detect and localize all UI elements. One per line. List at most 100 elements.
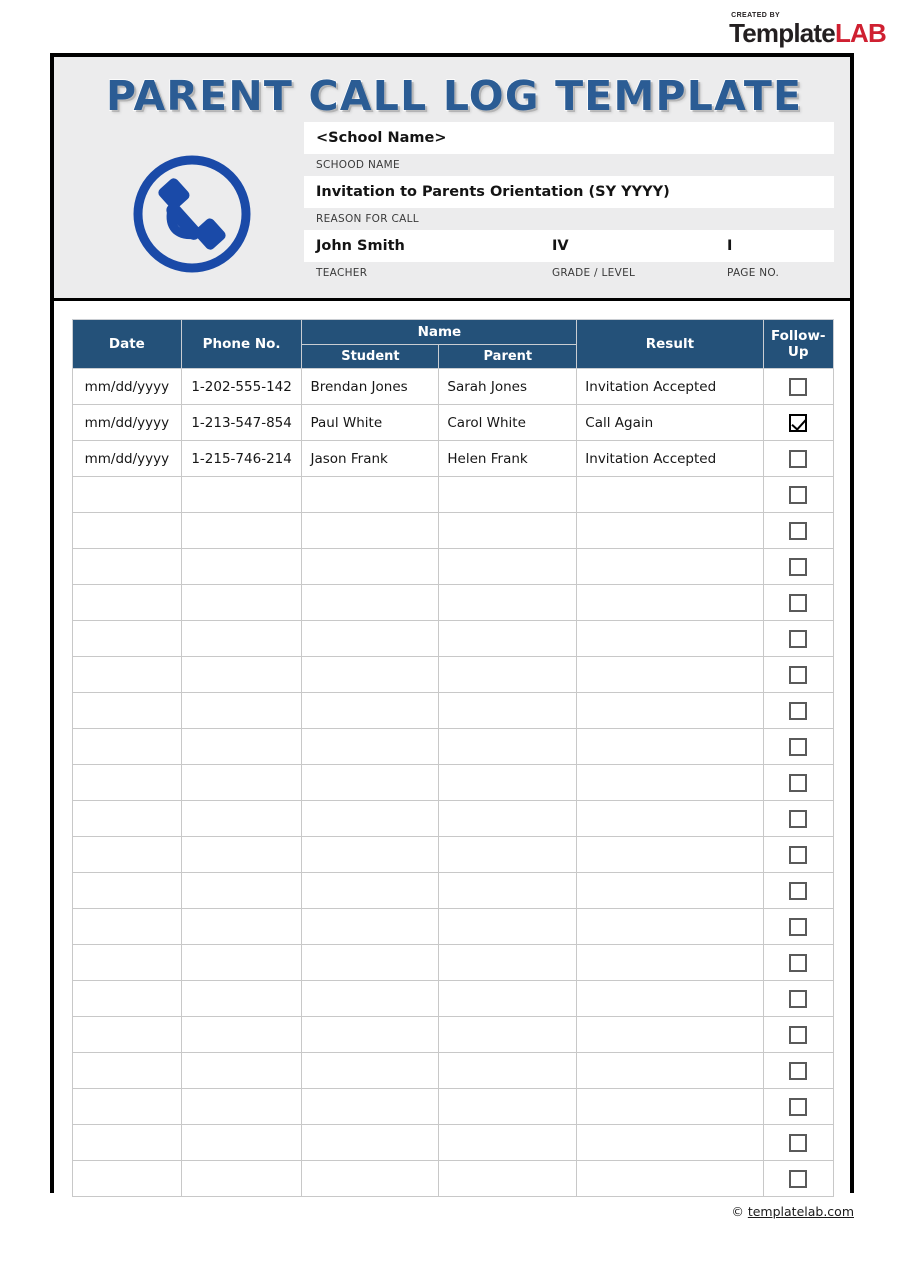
cell-date[interactable] — [72, 1160, 182, 1197]
checkbox-unchecked-icon[interactable] — [789, 737, 808, 756]
cell-phone[interactable] — [180, 980, 303, 1017]
cell-result[interactable] — [576, 620, 764, 657]
cell-phone[interactable] — [180, 1160, 303, 1197]
cell-student[interactable]: Brendan Jones — [301, 368, 440, 405]
cell-phone[interactable] — [180, 476, 303, 513]
cell-phone[interactable] — [180, 548, 303, 585]
cell-date[interactable]: mm/dd/yyyy — [72, 404, 182, 441]
cell-follow-up[interactable] — [762, 1088, 834, 1125]
cell-follow-up[interactable] — [762, 1016, 834, 1053]
cell-follow-up[interactable] — [762, 584, 834, 621]
cell-student[interactable] — [301, 584, 440, 621]
cell-date[interactable] — [72, 728, 182, 765]
checkbox-unchecked-icon[interactable] — [789, 377, 808, 396]
checkbox-unchecked-icon[interactable] — [789, 845, 808, 864]
checkbox-unchecked-icon[interactable] — [789, 917, 808, 936]
cell-result[interactable] — [576, 1052, 764, 1089]
cell-phone[interactable] — [180, 872, 303, 909]
cell-phone[interactable]: 1-213-547-854 — [180, 404, 303, 441]
column-header-name-group[interactable]: Name — [301, 319, 578, 345]
cell-parent[interactable] — [438, 512, 578, 549]
cell-date[interactable] — [72, 1016, 182, 1053]
cell-result[interactable] — [576, 512, 764, 549]
cell-student[interactable] — [301, 692, 440, 729]
cell-phone[interactable] — [180, 1052, 303, 1089]
cell-date[interactable] — [72, 800, 182, 837]
grade-level-field[interactable]: IV — [552, 238, 727, 254]
cell-date[interactable] — [72, 476, 182, 513]
cell-date[interactable] — [72, 1088, 182, 1125]
cell-follow-up[interactable] — [762, 620, 834, 657]
cell-phone[interactable] — [180, 1088, 303, 1125]
column-header-date[interactable]: Date — [72, 319, 182, 369]
cell-parent[interactable] — [438, 872, 578, 909]
cell-follow-up[interactable] — [762, 404, 834, 441]
cell-date[interactable] — [72, 1124, 182, 1161]
cell-parent[interactable] — [438, 584, 578, 621]
cell-follow-up[interactable] — [762, 944, 834, 981]
cell-parent[interactable] — [438, 692, 578, 729]
cell-phone[interactable]: 1-202-555-142 — [180, 368, 303, 405]
cell-student[interactable] — [301, 728, 440, 765]
school-name-field[interactable]: <School Name> — [304, 122, 834, 154]
cell-parent[interactable] — [438, 764, 578, 801]
checkbox-unchecked-icon[interactable] — [789, 485, 808, 504]
cell-follow-up[interactable] — [762, 692, 834, 729]
cell-phone[interactable] — [180, 512, 303, 549]
cell-date[interactable] — [72, 584, 182, 621]
cell-phone[interactable] — [180, 836, 303, 873]
cell-follow-up[interactable] — [762, 1124, 834, 1161]
cell-result[interactable] — [576, 1124, 764, 1161]
cell-result[interactable] — [576, 476, 764, 513]
cell-student[interactable] — [301, 908, 440, 945]
cell-parent[interactable] — [438, 1160, 578, 1197]
cell-follow-up[interactable] — [762, 872, 834, 909]
cell-phone[interactable] — [180, 800, 303, 837]
cell-date[interactable] — [72, 872, 182, 909]
cell-result[interactable] — [576, 728, 764, 765]
cell-parent[interactable]: Sarah Jones — [438, 368, 578, 405]
checkbox-unchecked-icon[interactable] — [789, 593, 808, 612]
cell-phone[interactable] — [180, 1124, 303, 1161]
cell-result[interactable]: Call Again — [576, 404, 764, 441]
cell-student[interactable] — [301, 548, 440, 585]
checkbox-unchecked-icon[interactable] — [789, 989, 808, 1008]
cell-parent[interactable] — [438, 1016, 578, 1053]
cell-date[interactable] — [72, 1052, 182, 1089]
cell-student[interactable]: Paul White — [301, 404, 440, 441]
cell-result[interactable] — [576, 980, 764, 1017]
cell-follow-up[interactable] — [762, 800, 834, 837]
cell-student[interactable] — [301, 476, 440, 513]
checkbox-unchecked-icon[interactable] — [789, 1025, 808, 1044]
checkbox-unchecked-icon[interactable] — [789, 629, 808, 648]
cell-parent[interactable] — [438, 476, 578, 513]
cell-result[interactable] — [576, 692, 764, 729]
cell-follow-up[interactable] — [762, 980, 834, 1017]
checkbox-unchecked-icon[interactable] — [789, 773, 808, 792]
cell-student[interactable] — [301, 620, 440, 657]
cell-follow-up[interactable] — [762, 368, 834, 405]
checkbox-unchecked-icon[interactable] — [789, 557, 808, 576]
cell-follow-up[interactable] — [762, 440, 834, 477]
cell-follow-up[interactable] — [762, 836, 834, 873]
templatelab-link[interactable]: templatelab.com — [748, 1204, 854, 1219]
cell-parent[interactable] — [438, 836, 578, 873]
cell-result[interactable] — [576, 764, 764, 801]
cell-parent[interactable] — [438, 800, 578, 837]
cell-date[interactable] — [72, 620, 182, 657]
cell-student[interactable]: Jason Frank — [301, 440, 440, 477]
cell-student[interactable] — [301, 1016, 440, 1053]
cell-student[interactable] — [301, 1088, 440, 1125]
cell-result[interactable] — [576, 836, 764, 873]
cell-parent[interactable]: Carol White — [438, 404, 578, 441]
cell-phone[interactable] — [180, 944, 303, 981]
column-header-follow-up[interactable]: Follow-Up — [762, 319, 834, 369]
cell-result[interactable] — [576, 656, 764, 693]
cell-parent[interactable] — [438, 620, 578, 657]
cell-date[interactable]: mm/dd/yyyy — [72, 368, 182, 405]
checkbox-unchecked-icon[interactable] — [789, 521, 808, 540]
cell-phone[interactable] — [180, 728, 303, 765]
cell-follow-up[interactable] — [762, 656, 834, 693]
cell-phone[interactable] — [180, 908, 303, 945]
cell-date[interactable] — [72, 908, 182, 945]
